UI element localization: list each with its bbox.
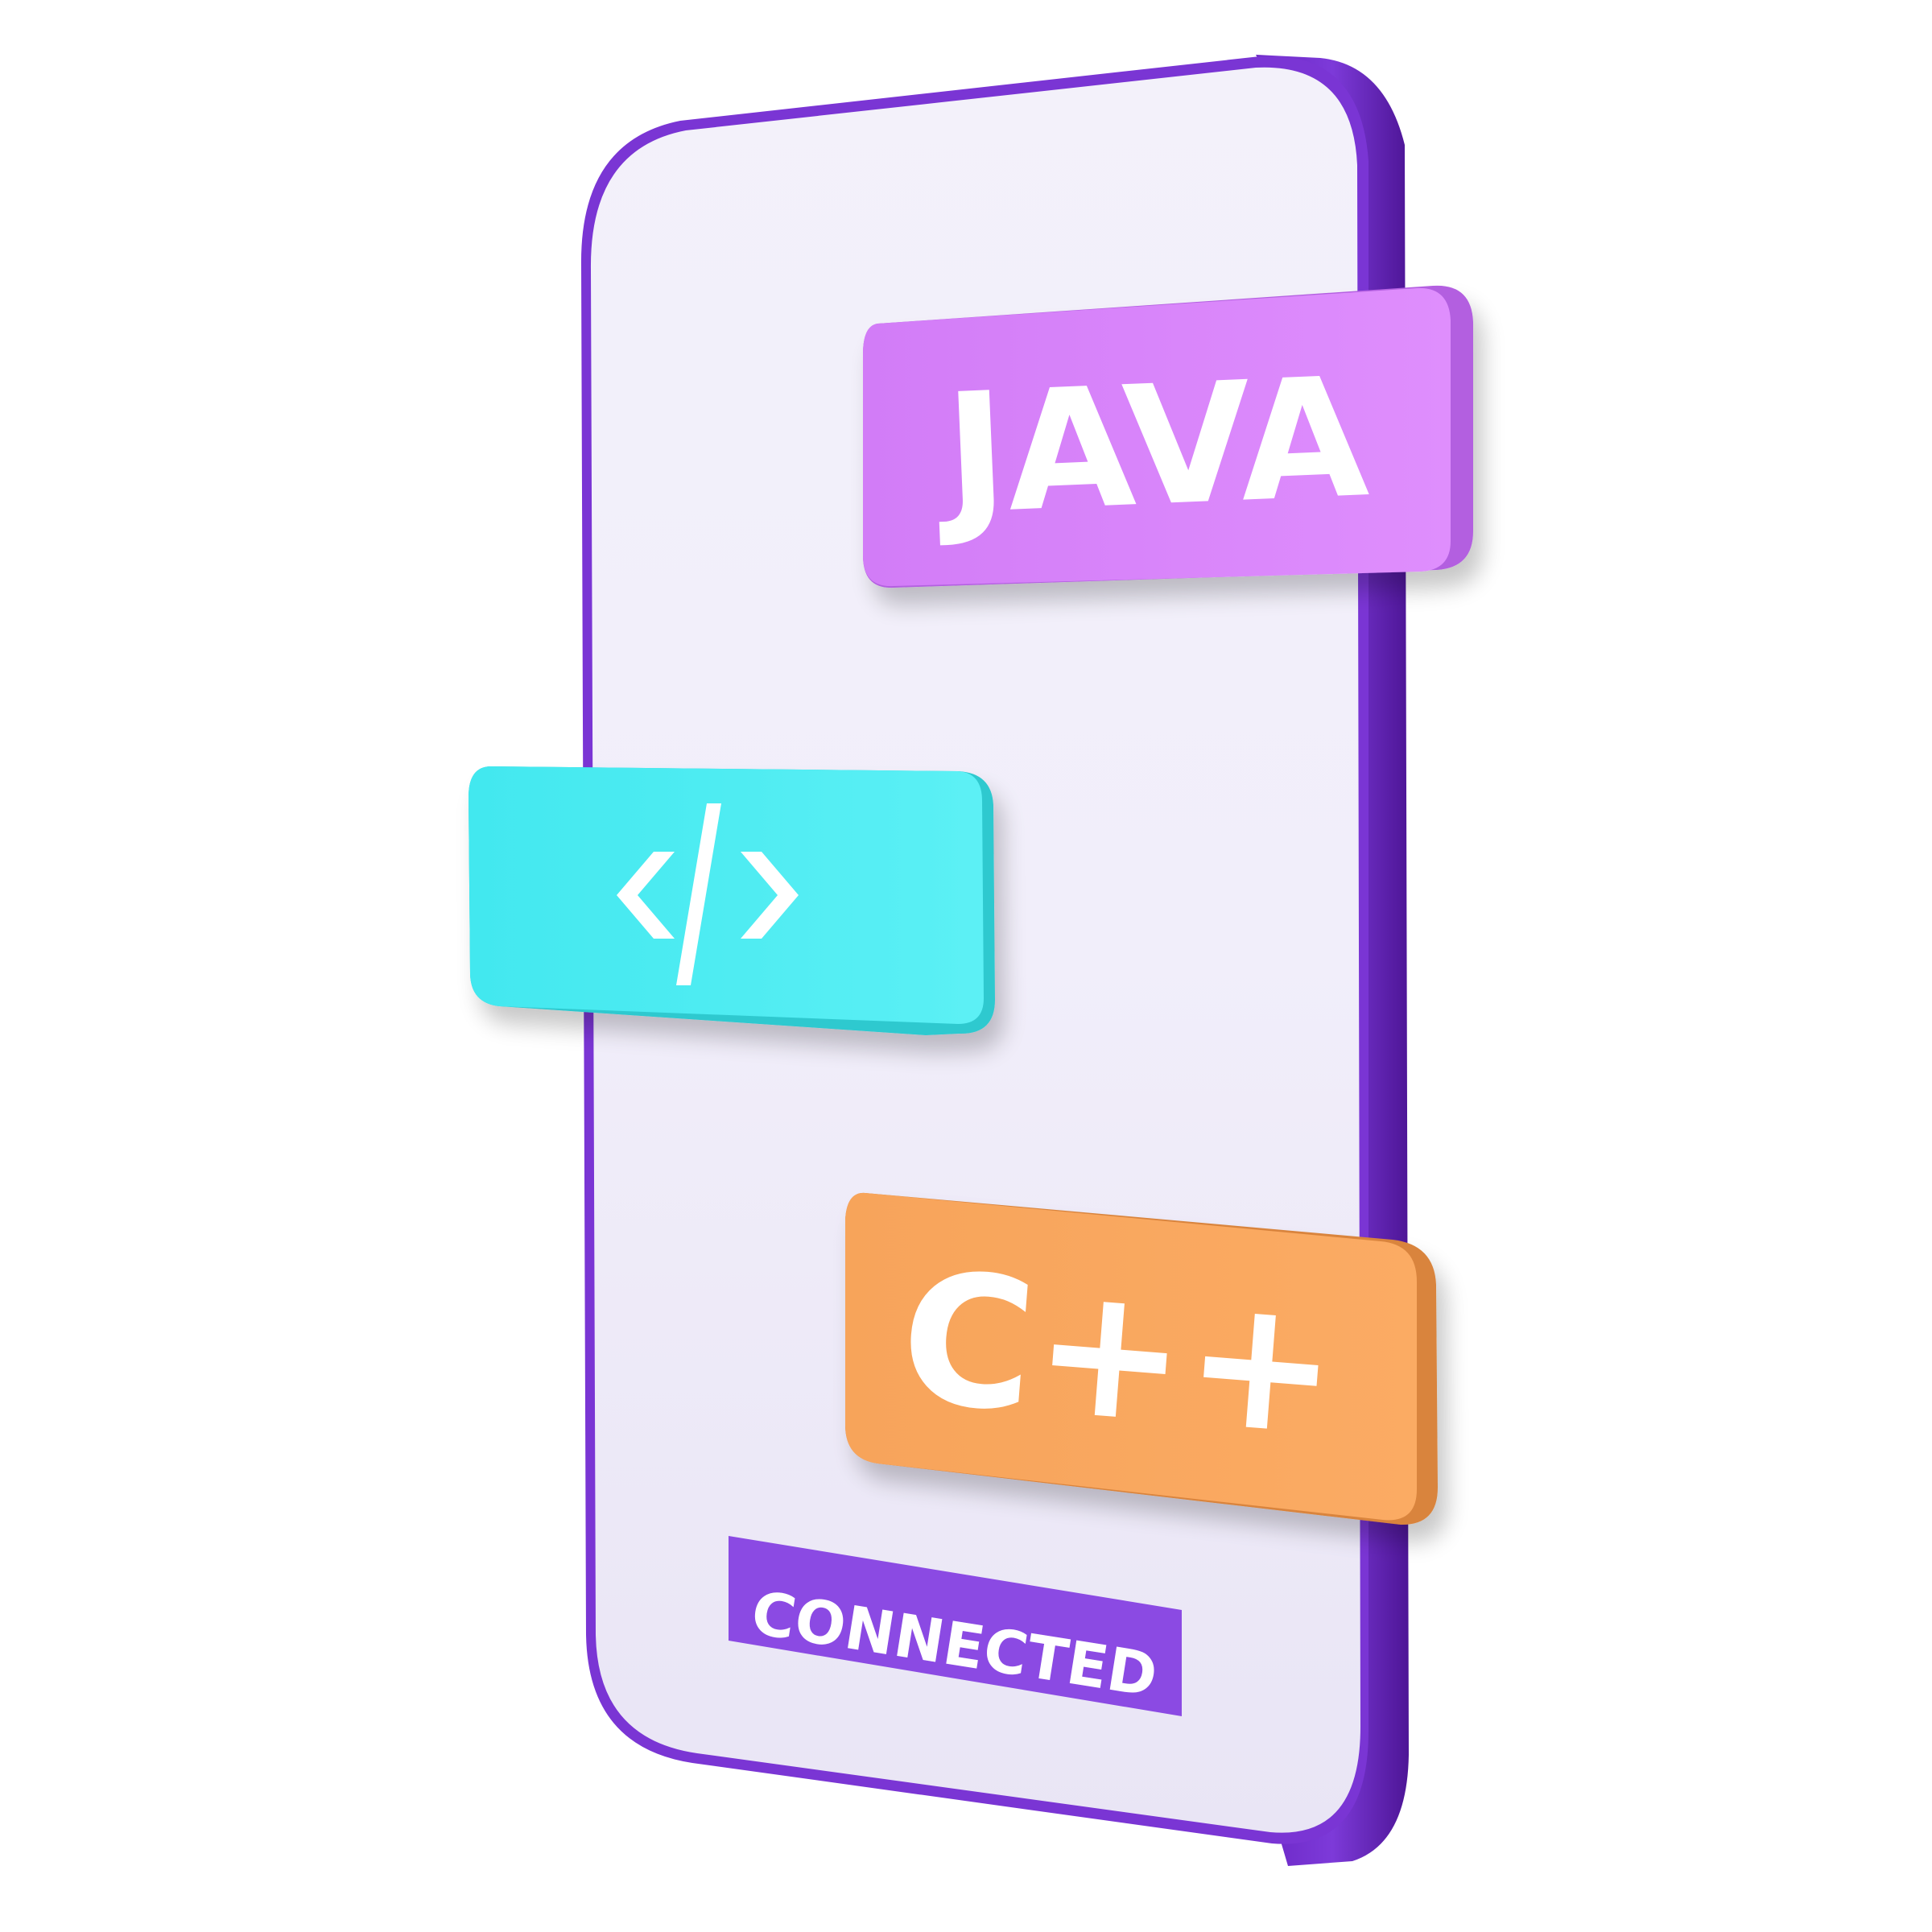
java-label: JAVA [932,342,1372,551]
code-card-face [469,766,984,1024]
java-card: JAVA [863,285,1473,588]
cpp-label: C++ [894,1232,1345,1477]
phone-illustration: JAVA C++ CONNECTED [0,0,1932,1932]
code-card [469,766,995,1035]
